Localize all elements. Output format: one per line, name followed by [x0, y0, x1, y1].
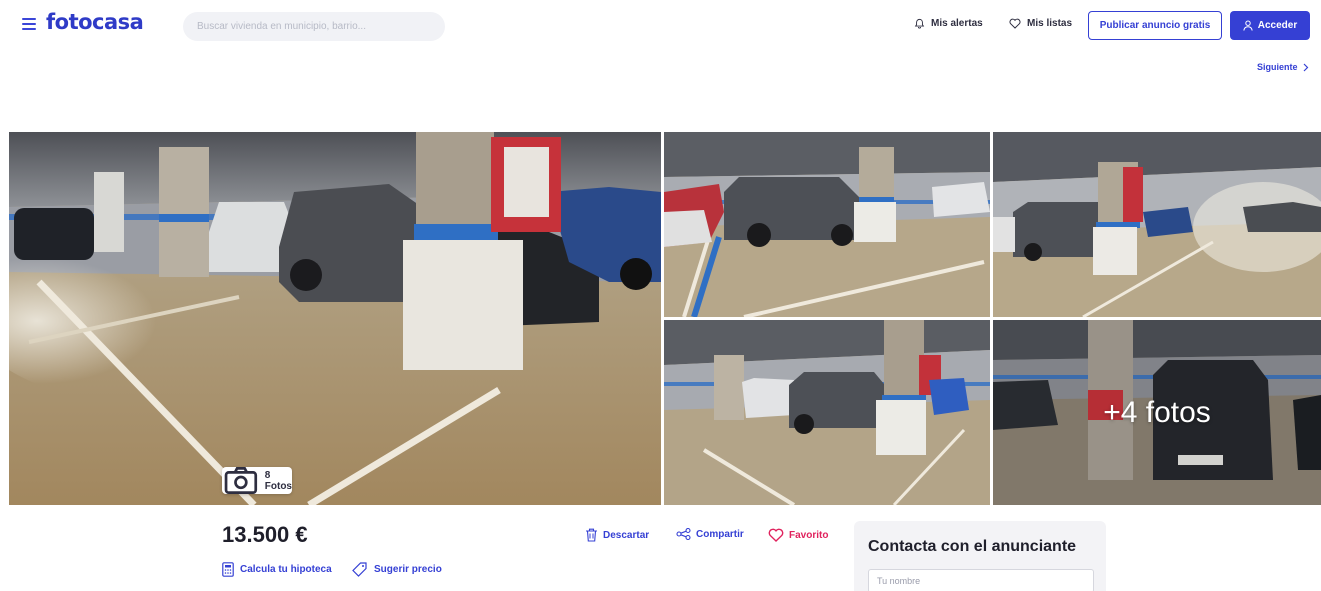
hamburger-menu-icon[interactable] [22, 18, 36, 30]
gallery-photo-more[interactable]: +4 fotos [993, 320, 1321, 505]
share-icon [676, 528, 691, 540]
favorite-button[interactable]: Favorito [768, 528, 828, 542]
main-photo[interactable]: 8 Fotos [9, 132, 661, 505]
heart-outline-icon [1009, 18, 1021, 29]
name-field[interactable] [868, 569, 1094, 591]
camera-icon [224, 467, 258, 494]
my-alerts-label: Mis alertas [931, 18, 983, 29]
top-header: fotocasa Mis alertas Mis listas Publicar… [0, 0, 1321, 72]
trash-icon [586, 528, 597, 542]
contact-card: Contacta con el anunciante [854, 521, 1106, 591]
search-input[interactable] [183, 12, 445, 41]
gallery-photo-4[interactable] [664, 320, 990, 505]
mortgage-label: Calcula tu hipoteca [240, 564, 332, 575]
bell-icon [914, 18, 925, 29]
heart-icon [768, 528, 784, 542]
my-lists-label: Mis listas [1027, 18, 1073, 29]
chevron-right-icon [1303, 63, 1308, 71]
favorite-label: Favorito [789, 529, 829, 541]
contact-title: Contacta con el anunciante [868, 538, 1077, 555]
listing-price: 13.500 € [222, 522, 308, 547]
suggest-price-link[interactable]: Sugerir precio [352, 562, 442, 577]
discard-label: Descartar [603, 529, 650, 541]
next-label: Siguiente [1257, 62, 1298, 72]
photos-count-label: 8 Fotos [264, 469, 292, 492]
discard-button[interactable]: Descartar [585, 528, 649, 542]
my-alerts-link[interactable]: Mis alertas [914, 18, 983, 29]
more-photos-label: +4 fotos [993, 320, 1321, 505]
calculator-icon [222, 562, 234, 577]
share-button[interactable]: Compartir [676, 528, 744, 540]
gallery-photo-3[interactable] [993, 132, 1321, 317]
suggest-price-label: Sugerir precio [374, 564, 442, 575]
user-icon [1243, 20, 1253, 31]
my-lists-link[interactable]: Mis listas [1009, 18, 1072, 29]
login-button[interactable]: Acceder [1230, 11, 1310, 40]
login-label: Acceder [1257, 20, 1298, 31]
gallery-photo-2[interactable] [664, 132, 990, 317]
share-label: Compartir [696, 528, 744, 540]
photos-count-button[interactable]: 8 Fotos [222, 467, 292, 494]
mortgage-calculator-link[interactable]: Calcula tu hipoteca [222, 562, 332, 577]
fotocasa-logo[interactable]: fotocasa [46, 10, 144, 34]
publish-ad-button[interactable]: Publicar anuncio gratis [1088, 11, 1222, 40]
price-tag-icon [352, 562, 367, 577]
photo-gallery: 8 Fotos +4 fotos [9, 132, 1321, 505]
next-listing-link[interactable]: Siguiente [1257, 62, 1309, 72]
